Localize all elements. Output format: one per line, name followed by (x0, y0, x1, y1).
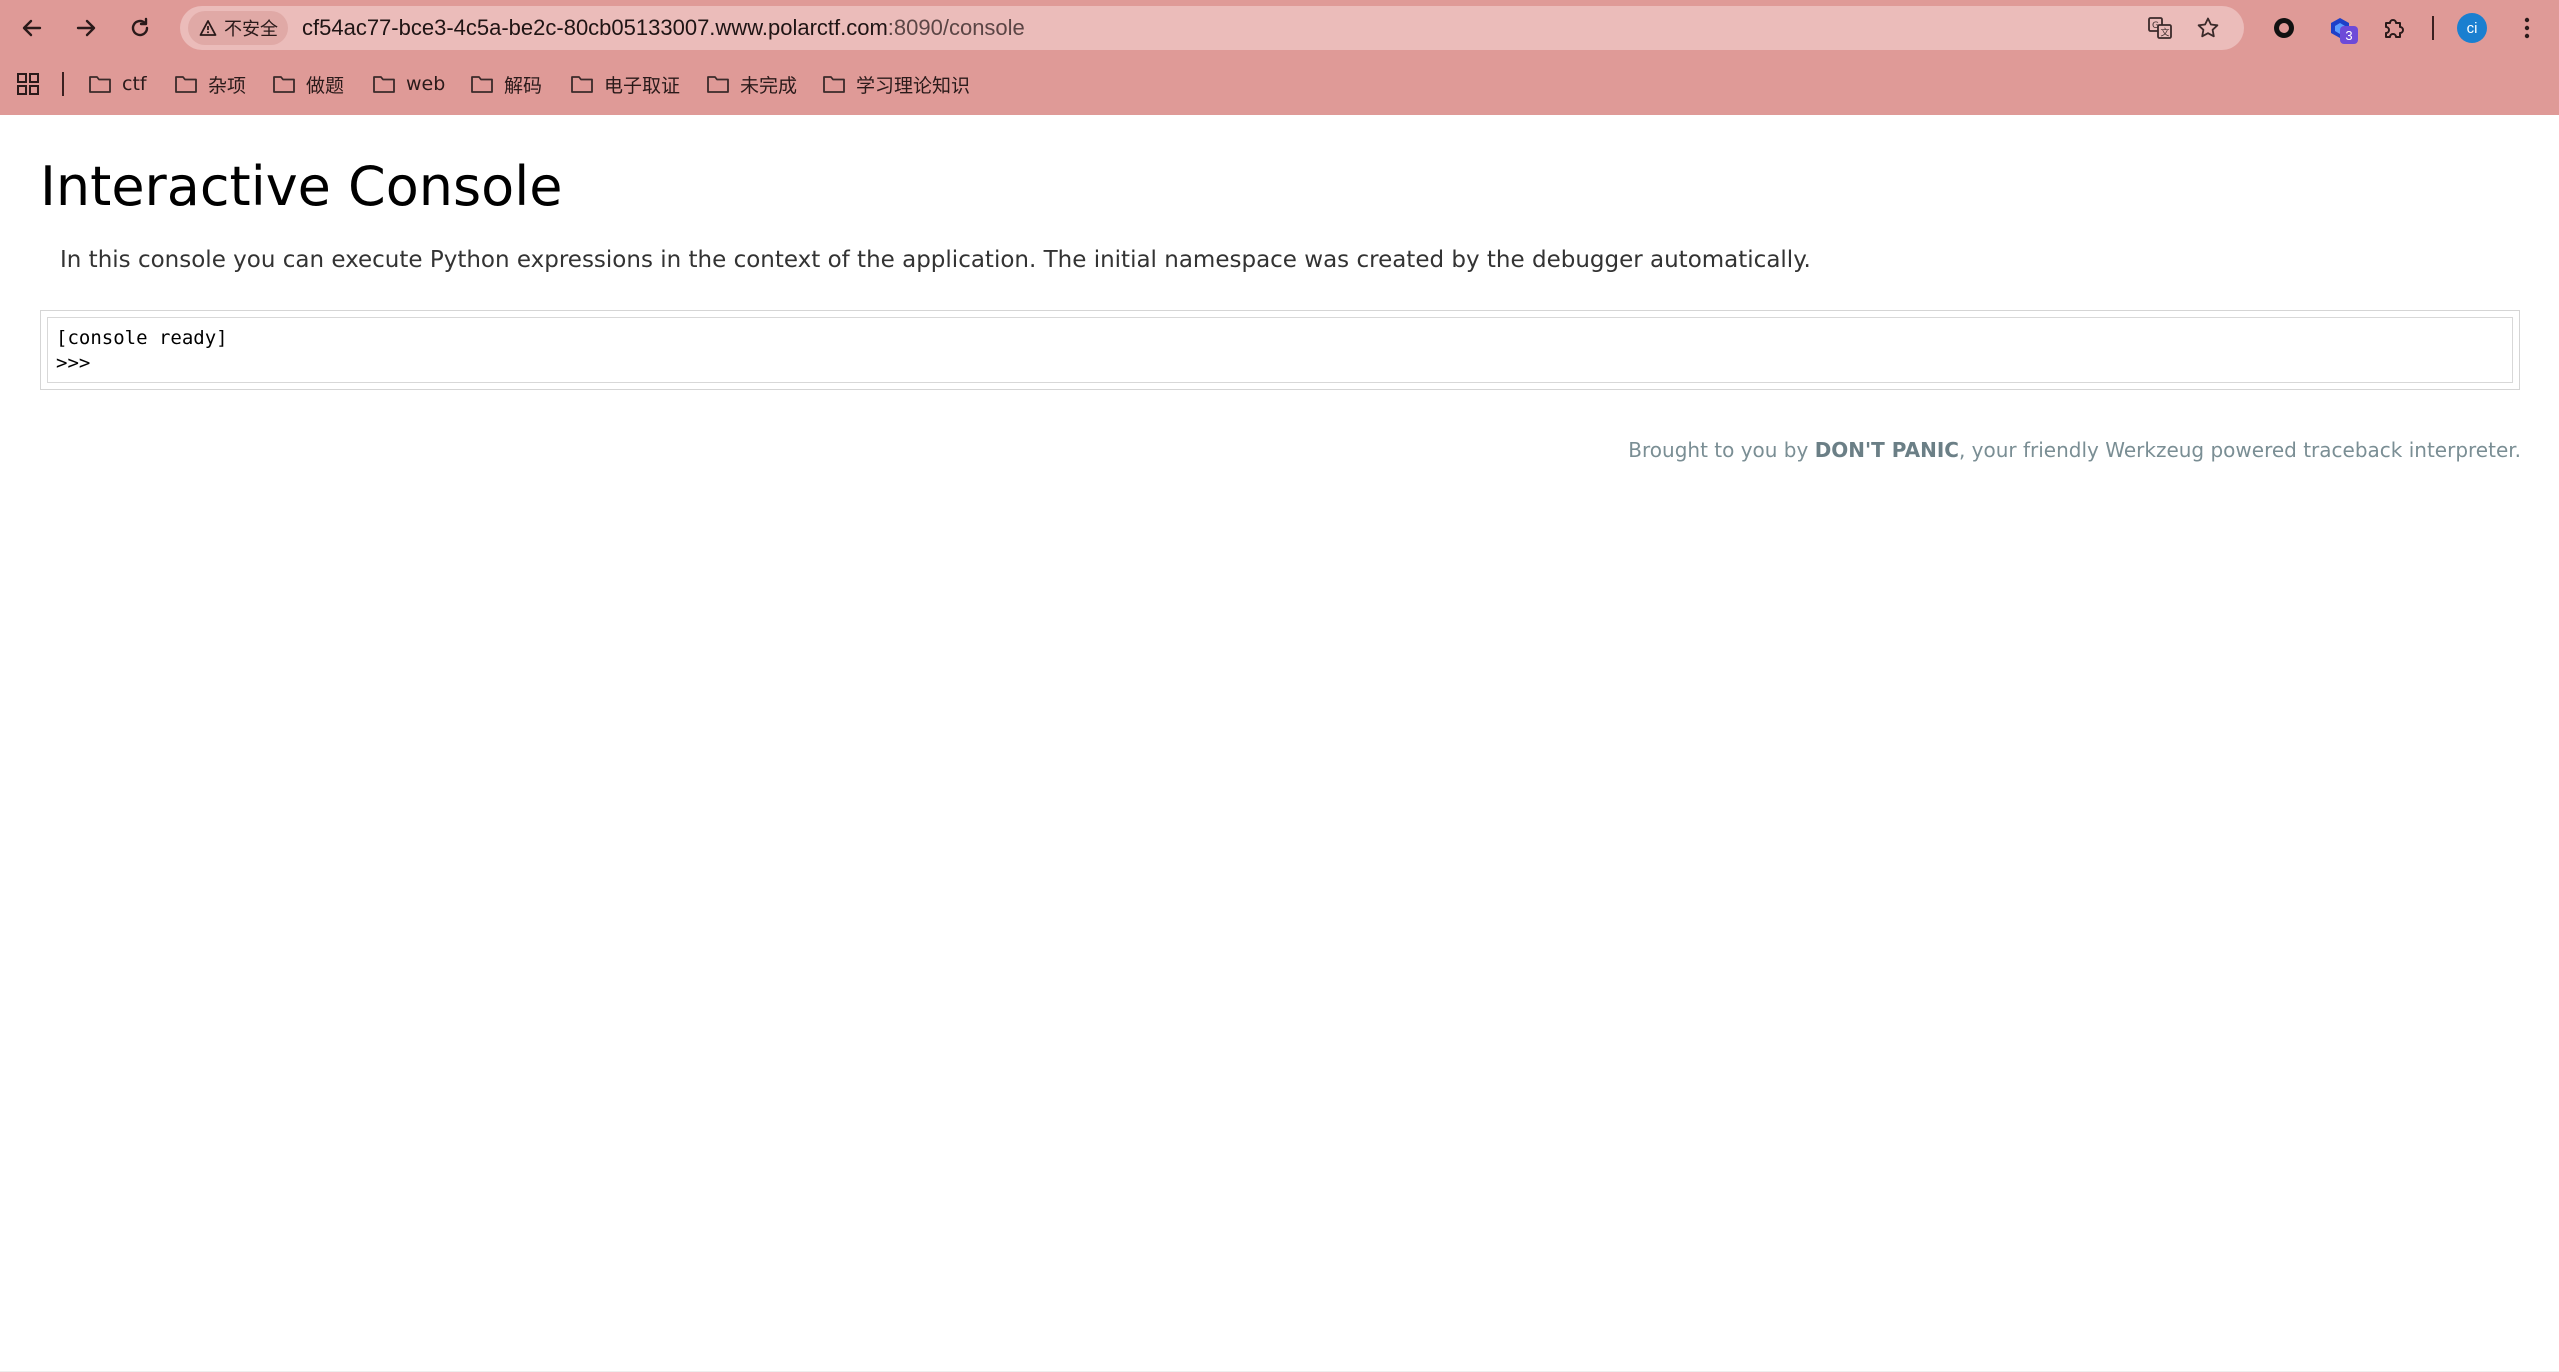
bookmark-label: 杂项 (208, 74, 247, 97)
forward-button[interactable] (68, 10, 104, 46)
folder-icon (571, 76, 593, 93)
bookmark-star-icon[interactable] (2192, 12, 2224, 44)
bookmark-folder-exercises[interactable]: 做题 (272, 68, 344, 100)
bookmark-label: ctf (122, 73, 147, 95)
svg-text:G: G (2152, 21, 2159, 31)
footer-suffix: , your friendly Werkzeug powered traceba… (1958, 438, 2521, 462)
reload-button[interactable] (122, 10, 158, 46)
menu-kebab-icon[interactable] (2509, 10, 2545, 46)
footer: Brought to you by DON'T PANIC, your frie… (1628, 438, 2521, 462)
folder-icon (373, 76, 395, 93)
page-content: Interactive Console In this console you … (0, 115, 2559, 1372)
console-explanation: In this console you can execute Python e… (60, 247, 1811, 273)
security-label: 不安全 (224, 19, 278, 40)
back-button[interactable] (14, 10, 50, 46)
bookmark-folder-misc[interactable]: 杂项 (174, 68, 246, 100)
extensions-puzzle-icon[interactable] (2376, 10, 2412, 46)
bookmark-label: 解码 (504, 74, 543, 97)
warning-icon (198, 18, 218, 38)
console-prompt[interactable]: >>> (56, 351, 2504, 376)
folder-icon (175, 76, 197, 93)
folder-icon (89, 76, 111, 93)
arrow-left-icon (22, 19, 42, 37)
bookmark-label: 做题 (306, 74, 345, 97)
folder-icon (273, 76, 295, 93)
footer-prefix: Brought to you by (1628, 438, 1815, 462)
console-container: [console ready] >>> (40, 310, 2520, 390)
bookmark-label: web (406, 73, 446, 95)
page-title: Interactive Console (40, 155, 563, 218)
bookmark-folder-ctf[interactable]: ctf (88, 68, 147, 100)
extension-circle-icon[interactable] (2266, 10, 2302, 46)
browser-toolbar: 不安全 cf54ac77-bce3-4c5a-be2c-80cb05133007… (0, 0, 2559, 56)
extension-badge: 3 (2340, 26, 2358, 44)
console-ready-line: [console ready] (56, 327, 228, 349)
bookmark-folder-decode[interactable]: 解码 (470, 68, 542, 100)
bookmark-folder-unfinished[interactable]: 未完成 (706, 68, 797, 100)
url-path: :8090/console (887, 15, 1025, 40)
apps-grid-icon[interactable] (16, 72, 40, 96)
bookmark-folder-web[interactable]: web (372, 68, 445, 100)
address-bar[interactable]: 不安全 cf54ac77-bce3-4c5a-be2c-80cb05133007… (180, 6, 2244, 50)
url-text[interactable]: cf54ac77-bce3-4c5a-be2c-80cb05133007.www… (302, 6, 1025, 50)
arrow-right-icon (76, 19, 96, 37)
footer-brand: DON'T PANIC (1814, 438, 1959, 462)
bookmark-label: 未完成 (740, 74, 798, 97)
bookmark-label: 电子取证 (604, 74, 681, 97)
bookmarks-bar: ctf 杂项 做题 web 解码 电子取证 未完成 学习理论知识 (0, 62, 2559, 106)
bookmark-folder-theory[interactable]: 学习理论知识 (822, 68, 970, 100)
profile-avatar[interactable]: ci (2457, 13, 2487, 43)
translate-icon[interactable]: G文 (2144, 12, 2176, 44)
toolbar-divider (2432, 16, 2434, 40)
folder-icon (471, 76, 493, 93)
folder-icon (823, 76, 845, 93)
security-indicator[interactable]: 不安全 (188, 11, 288, 45)
folder-icon (707, 76, 729, 93)
svg-text:文: 文 (2161, 27, 2170, 39)
console-output[interactable]: [console ready] >>> (47, 317, 2513, 383)
url-host: cf54ac77-bce3-4c5a-be2c-80cb05133007.www… (302, 15, 888, 40)
reload-icon (131, 17, 149, 37)
browser-chrome: 不安全 cf54ac77-bce3-4c5a-be2c-80cb05133007… (0, 0, 2559, 115)
bookmarks-divider (62, 72, 64, 96)
bookmark-label: 学习理论知识 (856, 74, 971, 97)
bookmark-folder-forensics[interactable]: 电子取证 (570, 68, 680, 100)
